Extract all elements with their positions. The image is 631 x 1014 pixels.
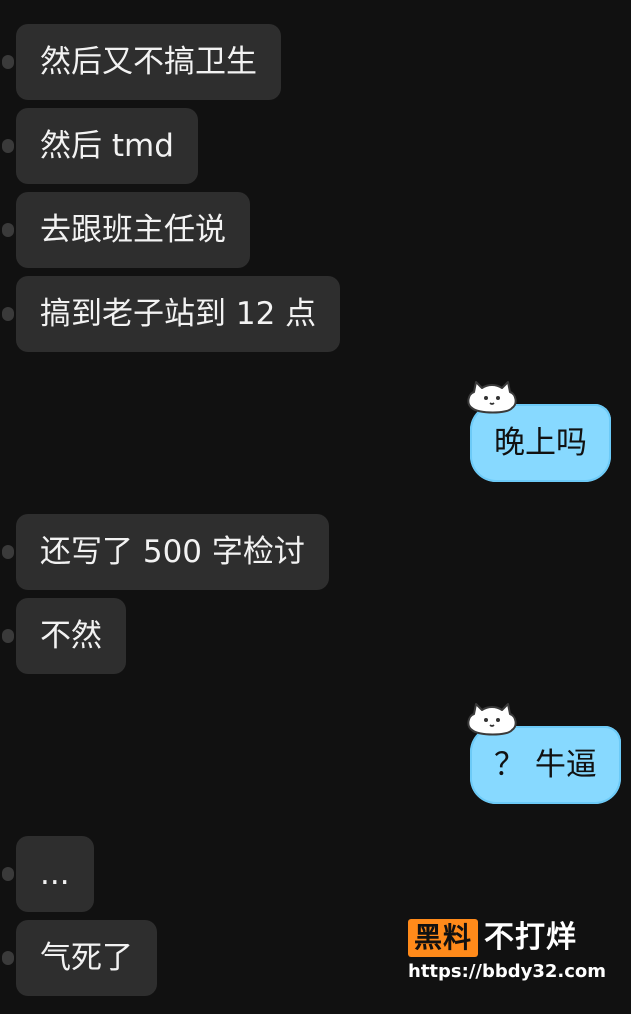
message-text: 不然 [40,618,102,654]
message-bubble-incoming[interactable]: 然后又不搞卫生 [2,24,281,100]
chat-message-list: 然后又不搞卫生 然后 tmd 去跟班主任说 搞到老子站到 12 点 晚上吗 还写… [0,0,631,1014]
message-bubble-incoming[interactable]: 然后 tmd [2,108,198,184]
message-text: 还写了 500 字检讨 [40,534,305,570]
avatar-edge [2,867,14,881]
message-bubble-outgoing[interactable]: 晚上吗 [467,381,611,482]
avatar-edge [2,223,14,237]
cat-mascot-icon [467,381,517,414]
watermark: 黑料 不打烊 https://bbdy32.com [408,918,618,990]
message-bubble-incoming[interactable]: 还写了 500 字检讨 [2,514,329,590]
message-text: 去跟班主任说 [40,212,226,248]
message-text: 气死了 [40,940,133,976]
watermark-url: https://bbdy32.com [408,961,607,982]
avatar-edge [2,629,14,643]
avatar-edge [2,139,14,153]
message-bubble-incoming[interactable]: 不然 [2,598,126,674]
message-bubble-incoming[interactable]: ... [2,836,94,912]
message-text: 晚上吗 [494,425,587,461]
watermark-title: 不打烊 [484,920,578,955]
message-bubble-outgoing[interactable]: ？ 牛逼 [467,703,621,804]
watermark-logo: 黑料 不打烊 [408,918,577,958]
avatar-edge [2,55,14,69]
message-text: 然后又不搞卫生 [40,44,257,80]
message-text: 搞到老子站到 12 点 [40,296,317,332]
message-text: 然后 tmd [40,128,174,164]
message-text: ... [40,856,70,892]
watermark-badge: 黑料 [408,919,479,957]
avatar-edge [2,951,14,965]
avatar-edge [2,545,14,559]
message-text: ？ 牛逼 [494,747,597,783]
message-bubble-incoming[interactable]: 去跟班主任说 [2,192,250,268]
avatar-edge [2,307,14,321]
message-bubble-incoming[interactable]: 气死了 [2,920,157,996]
cat-mascot-icon [467,703,517,736]
message-bubble-incoming[interactable]: 搞到老子站到 12 点 [2,276,341,352]
